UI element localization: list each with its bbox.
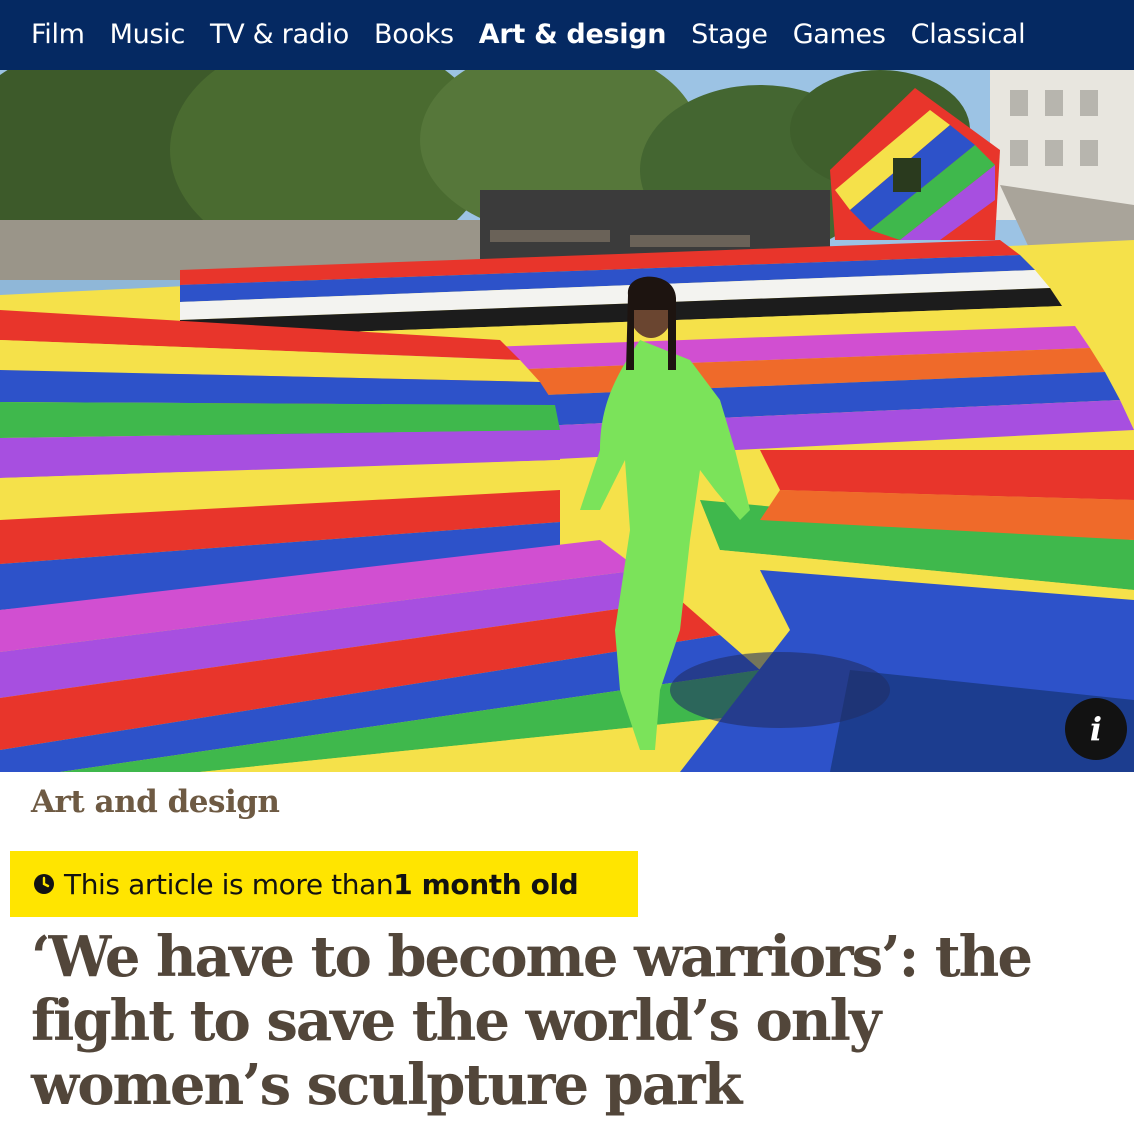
- section-nav: Film Music TV & radio Books Art & design…: [0, 0, 1134, 70]
- age-warning-banner: This article is more than 1 month old: [10, 851, 638, 917]
- article-page: Film Music TV & radio Books Art & design…: [0, 0, 1134, 1134]
- nav-item-games[interactable]: Games: [793, 0, 886, 70]
- clock-icon: [34, 874, 54, 894]
- article-headline: ‘We have to become warriors’: the fight …: [31, 924, 1033, 1118]
- hero-photo-illustration: [0, 70, 1134, 772]
- nav-item-books[interactable]: Books: [374, 0, 454, 70]
- image-info-button[interactable]: i: [1065, 698, 1127, 760]
- nav-item-classical[interactable]: Classical: [911, 0, 1026, 70]
- nav-item-film[interactable]: Film: [31, 0, 85, 70]
- age-warning-text: This article is more than: [64, 867, 394, 901]
- nav-item-music[interactable]: Music: [110, 0, 186, 70]
- section-label[interactable]: Art and design: [31, 784, 280, 820]
- hero-image: i: [0, 70, 1134, 772]
- age-warning-emphasis: 1 month old: [393, 867, 579, 901]
- nav-item-tv-radio[interactable]: TV & radio: [210, 0, 349, 70]
- section-nav-list: Film Music TV & radio Books Art & design…: [0, 0, 1050, 70]
- info-icon: i: [1089, 710, 1103, 748]
- nav-item-stage[interactable]: Stage: [691, 0, 768, 70]
- nav-item-art-design[interactable]: Art & design: [479, 0, 667, 70]
